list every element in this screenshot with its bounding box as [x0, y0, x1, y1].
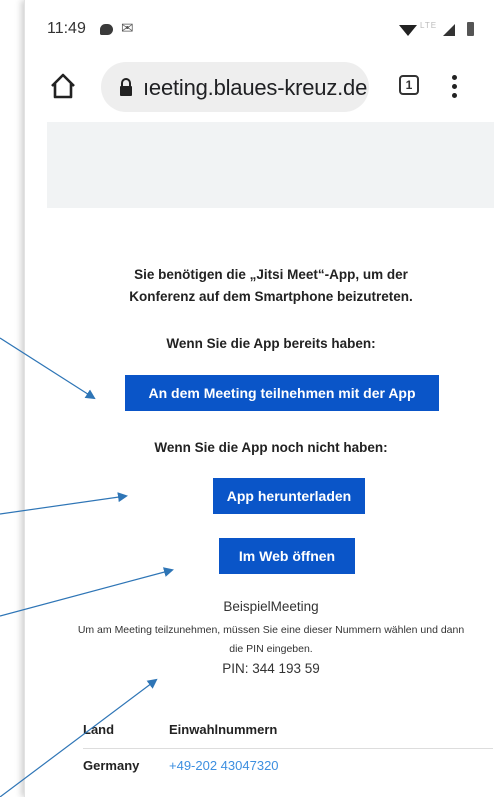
lock-icon: [120, 78, 132, 96]
signal-icon: [443, 24, 455, 36]
url-text[interactable]: ıeeting.blaues-kreuz.de: [143, 75, 367, 101]
table-header-row: Land Einwahlnummern: [83, 718, 493, 749]
dial-number-link[interactable]: +49-202 43047320: [169, 758, 279, 773]
more-vert-icon[interactable]: [452, 75, 458, 99]
column-header-country: Land: [83, 718, 169, 749]
phone-screen: 11:49 ✉ LTE ıeeting.blaues-kreuz.de 1 Si…: [24, 0, 494, 797]
table-row: Germany +49-202 43047320: [83, 749, 493, 773]
open-in-web-button[interactable]: Im Web öffnen: [219, 538, 355, 574]
battery-icon: [467, 22, 474, 36]
dial-in-info: Um am Meeting teilzunehmen, müssen Sie e…: [47, 621, 494, 659]
tab-count: 1: [405, 78, 413, 92]
wifi-icon: [399, 25, 417, 36]
join-with-app-button[interactable]: An dem Meeting teilnehmen mit der App: [125, 375, 439, 411]
column-header-numbers: Einwahlnummern: [169, 718, 493, 749]
dial-in-table: Land Einwahlnummern Germany +49-202 4304…: [83, 718, 493, 773]
no-app-label: Wenn Sie die App noch nicht haben:: [154, 440, 388, 455]
browser-toolbar: ıeeting.blaues-kreuz.de 1: [25, 56, 494, 120]
home-icon[interactable]: [49, 72, 77, 100]
have-app-label: Wenn Sie die App bereits haben:: [166, 336, 376, 351]
lte-icon: LTE: [420, 21, 438, 30]
page-content: Sie benötigen die „Jitsi Meet“-App, um d…: [47, 208, 494, 797]
status-time: 11:49: [47, 20, 86, 37]
tabs-icon[interactable]: 1: [399, 75, 419, 95]
pin-text: PIN: 344 193 59: [222, 661, 320, 676]
number-cell: +49-202 43047320: [169, 749, 493, 773]
gmail-icon: ✉: [121, 20, 134, 37]
chat-bubble-icon: [100, 24, 113, 35]
page-header-banner: [47, 122, 494, 208]
address-bar[interactable]: ıeeting.blaues-kreuz.de: [101, 62, 369, 112]
download-app-button[interactable]: App herunterladen: [213, 478, 365, 514]
status-bar: 11:49 ✉ LTE: [25, 0, 494, 56]
meeting-name: BeispielMeeting: [223, 599, 319, 614]
intro-text-line: Sie benötigen die „Jitsi Meet“-App, um d…: [129, 267, 413, 304]
country-cell: Germany: [83, 758, 140, 773]
intro-text: Sie benötigen die „Jitsi Meet“-App, um d…: [47, 264, 494, 308]
dial-in-info-text: Um am Meeting teilzunehmen, müssen Sie e…: [77, 624, 465, 655]
